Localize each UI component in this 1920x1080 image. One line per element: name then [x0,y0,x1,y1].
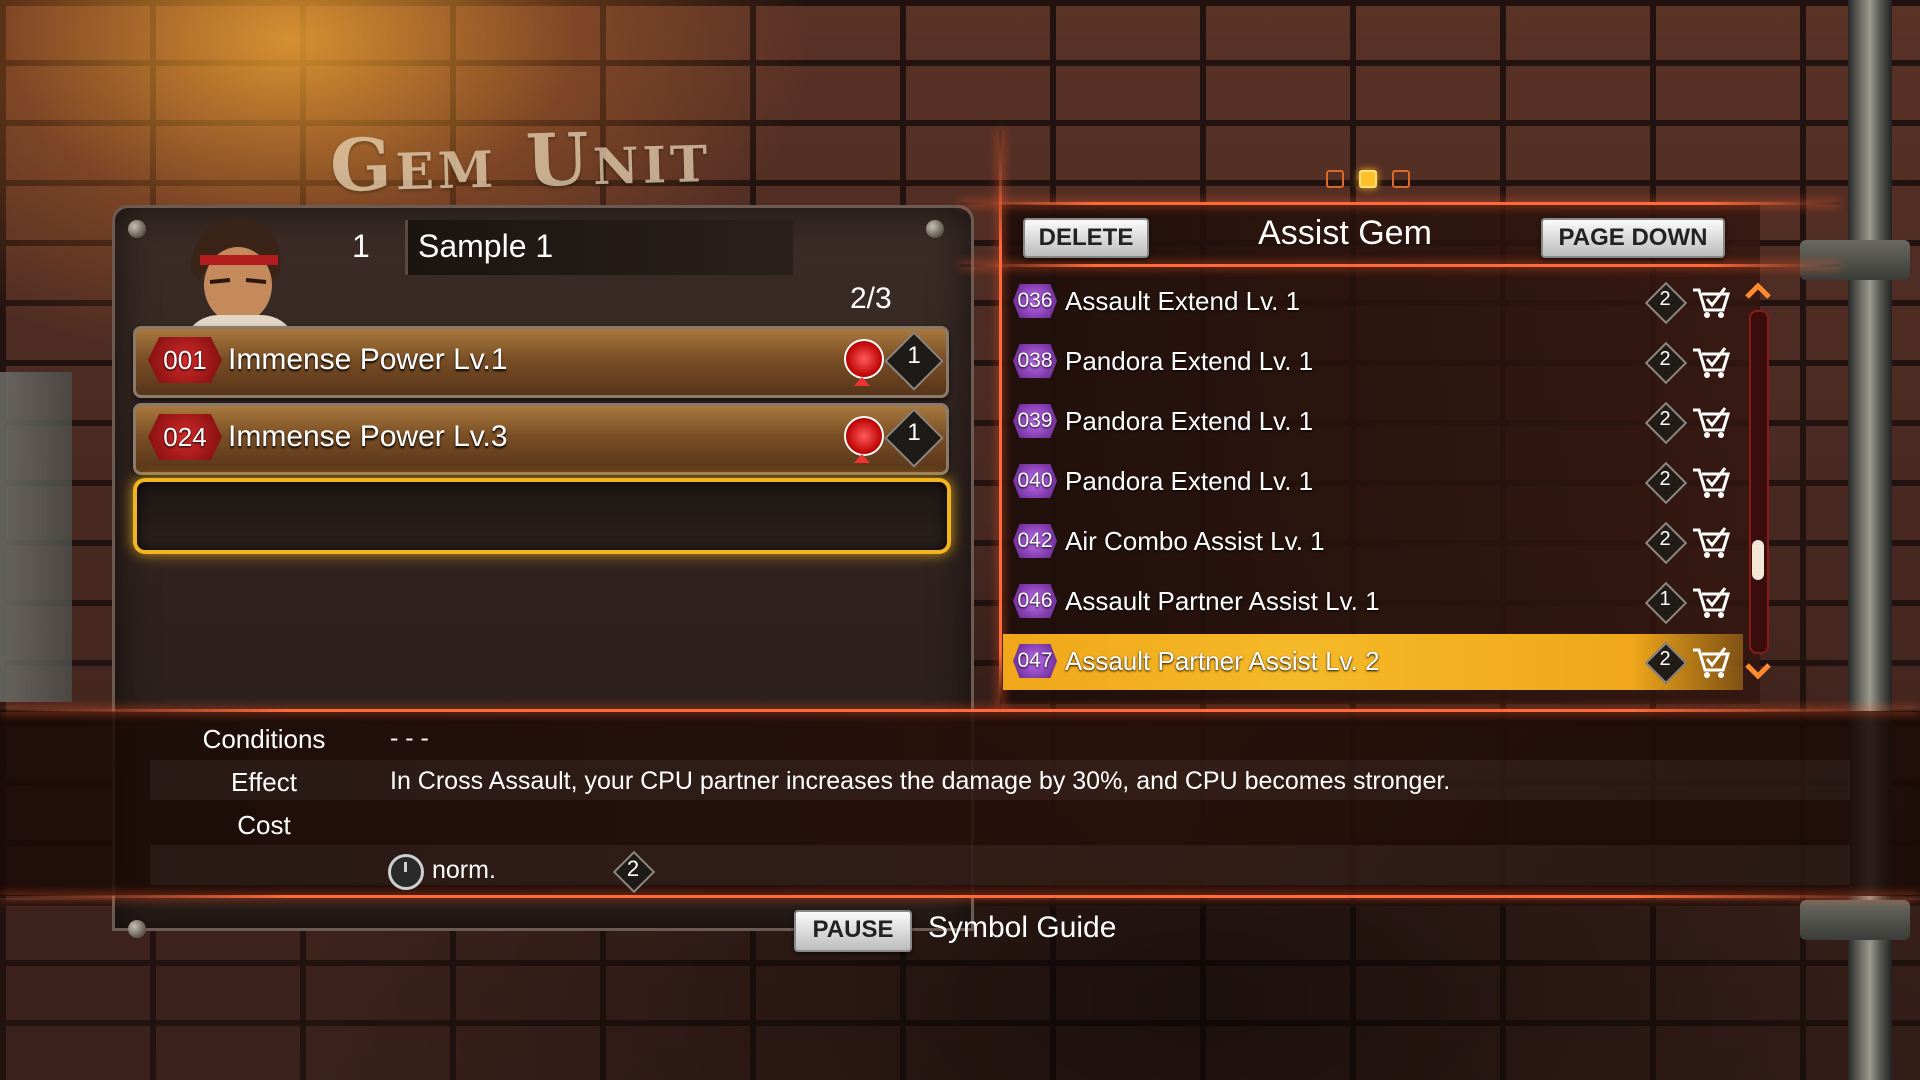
gem-label: Immense Power Lv.1 [228,343,508,376]
gem-label: Pandora Extend Lv. 1 [1065,466,1314,496]
gem-cost: 1 [907,419,921,446]
cost-label: Cost [237,810,291,840]
shopping-cart-check-icon [1693,407,1731,438]
pause-button[interactable]: PAUSE [794,910,912,952]
page-title: Gem Unit [328,113,713,208]
rivet-icon [926,220,944,238]
effect-value: In Cross Assault, your CPU partner incre… [390,767,1451,795]
power-fist-icon [844,416,884,456]
scrollbar-thumb[interactable] [1752,540,1764,580]
scroll-down-arrow-icon[interactable] [1744,662,1772,680]
gem-list-item[interactable]: 039 Pandora Extend Lv. 1 2 [1003,394,1743,450]
speed-value: norm. [432,856,496,884]
gem-cost: 2 [1659,648,1671,670]
gem-cost: 2 [1659,468,1671,490]
unit-name: Sample 1 [418,228,554,264]
gem-cost: 2 [1659,348,1671,370]
pipe-bracket-bottom [1800,900,1910,940]
gem-list-item-selected[interactable]: 047 Assault Partner Assist Lv. 2 2 [1003,634,1743,690]
gem-list-title: Assist Gem [1258,214,1432,252]
gem-label: Immense Power Lv.3 [228,420,508,453]
gem-label: Assault Partner Assist Lv. 2 [1065,646,1380,676]
page-indicator-3[interactable] [1392,170,1410,188]
empty-gem-slot[interactable] [133,478,951,554]
gem-list-item[interactable]: 038 Pandora Extend Lv. 1 2 [1003,334,1743,390]
divider-glow [0,895,1920,898]
equipped-gem-row[interactable]: 001 Immense Power Lv.1 1 [133,326,949,398]
shopping-cart-check-icon [1693,467,1731,498]
gem-list-item[interactable]: 042 Air Combo Assist Lv. 1 2 [1003,514,1743,570]
unit-capacity: 2/3 [850,282,892,315]
gem-label: Assault Extend Lv. 1 [1065,286,1301,316]
page-down-button[interactable]: PAGE DOWN [1541,218,1725,258]
divider-glow [960,202,1840,205]
gem-cost: 2 [1659,528,1671,550]
divider-glow [0,709,1920,712]
scroll-up-arrow-icon[interactable] [1744,282,1772,300]
equipped-gem-row[interactable]: 024 Immense Power Lv.3 1 [133,403,949,475]
gem-number-badge: 038 [1013,344,1057,378]
gem-list-item[interactable]: 046 Assault Partner Assist Lv. 1 1 [1003,574,1743,630]
conditions-value: - - - [390,724,429,752]
shopping-cart-check-icon [1693,587,1731,618]
gem-number-badge: 047 [1013,644,1057,678]
up-arrow-icon [854,454,870,463]
rivet-icon [128,220,146,238]
gem-number-badge: 040 [1013,464,1057,498]
up-arrow-icon [854,377,870,386]
delete-button[interactable]: DELETE [1023,218,1149,258]
power-fist-icon [844,339,884,379]
gem-cost: 1 [1659,588,1671,610]
gem-label: Assault Partner Assist Lv. 1 [1065,586,1380,616]
metal-plate-decoration [0,372,72,702]
gem-list-item[interactable]: 040 Pandora Extend Lv. 1 2 [1003,454,1743,510]
gem-cost: 2 [1659,408,1671,430]
page-indicator-2[interactable] [1359,170,1377,188]
divider-glow [960,264,1840,267]
gem-number-badge: 042 [1013,524,1057,558]
gem-number-badge: 039 [1013,404,1057,438]
shopping-cart-check-icon [1693,287,1731,318]
shopping-cart-check-icon [1693,647,1731,678]
unit-slot-number: 1 [352,228,370,264]
rivet-icon [128,920,146,938]
symbol-guide-label: Symbol Guide [928,911,1117,944]
gem-number-badge: 046 [1013,584,1057,618]
gem-label: Pandora Extend Lv. 1 [1065,406,1314,436]
gem-number-badge: 001 [148,337,222,383]
effect-label: Effect [230,767,297,797]
shopping-cart-check-icon [1693,527,1731,558]
shopping-cart-check-icon [1693,347,1731,378]
conditions-label: Conditions [202,724,326,754]
gem-list-item[interactable]: 036 Assault Extend Lv. 1 2 [1003,274,1743,330]
gem-cost: 2 [1659,288,1671,310]
gem-cost: 1 [907,342,921,369]
clock-icon [388,854,424,890]
details-cost-value: 2 [626,856,640,881]
gem-number-badge: 024 [148,414,222,460]
gem-number-badge: 036 [1013,284,1057,318]
gem-label: Air Combo Assist Lv. 1 [1065,526,1325,556]
divider-glow [999,130,1002,710]
gem-label: Pandora Extend Lv. 1 [1065,346,1314,376]
pipe-bracket-top [1800,240,1910,280]
page-indicator-1[interactable] [1326,170,1344,188]
gem-list-scrollbar[interactable] [1749,310,1769,654]
